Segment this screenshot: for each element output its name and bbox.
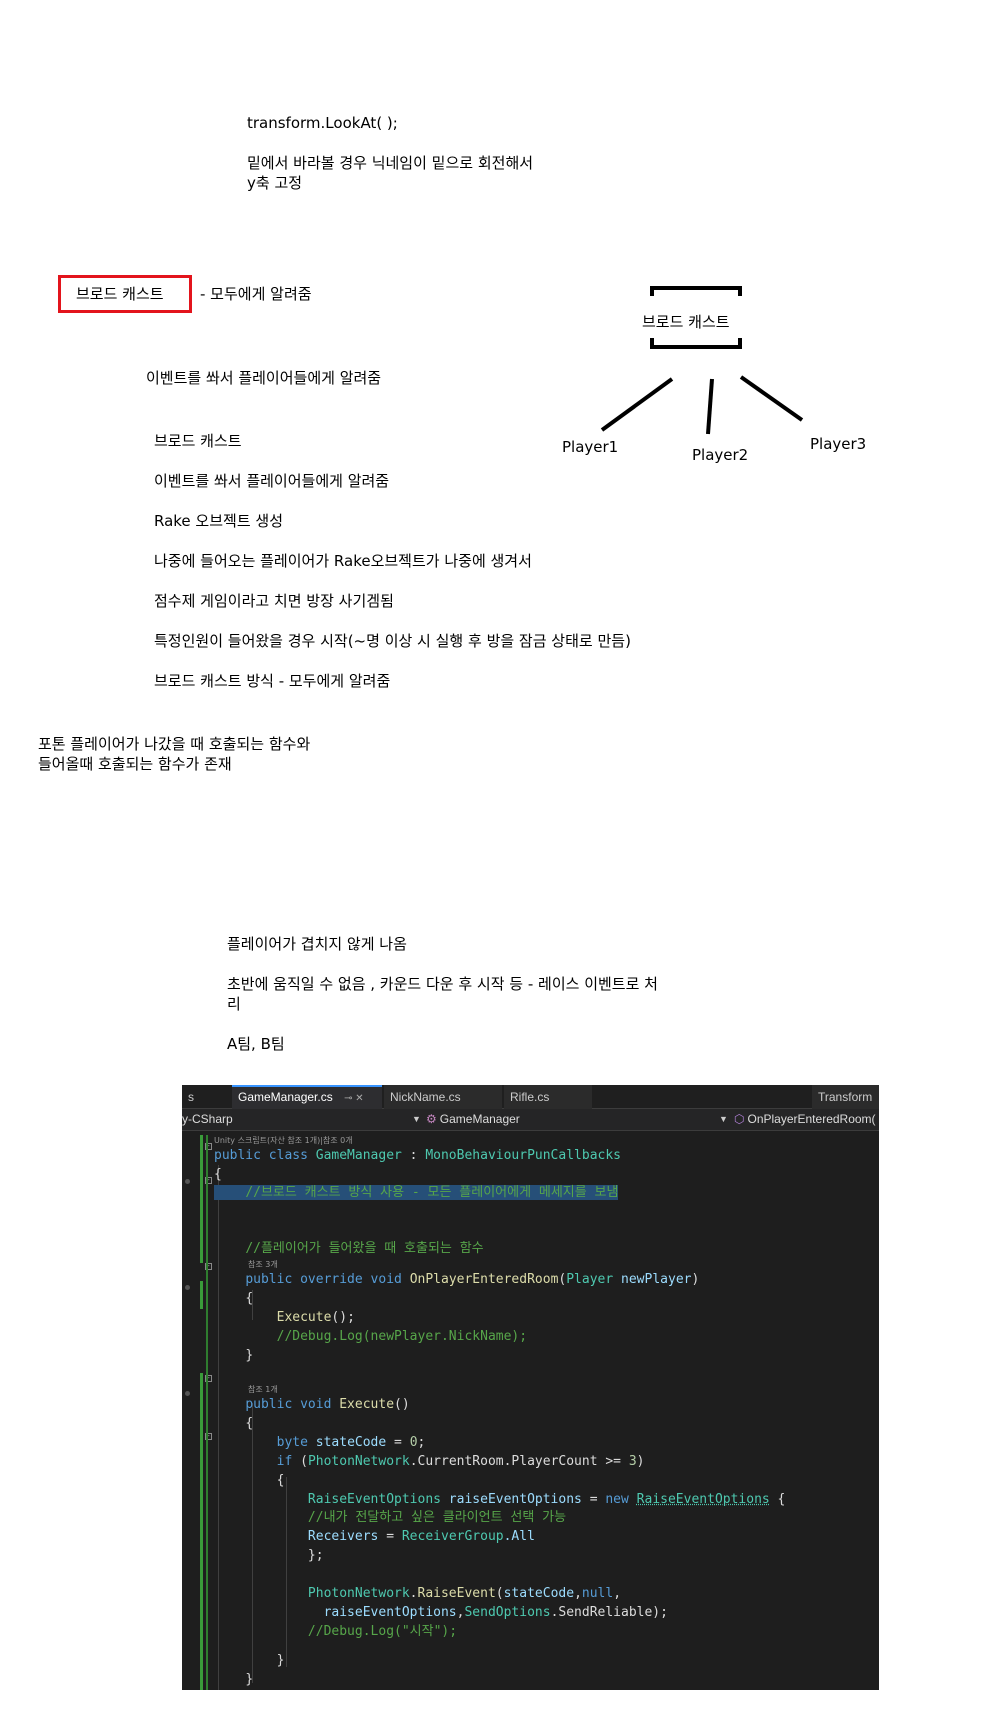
class-dropdown[interactable]: ⚙ GameManager — [426, 1111, 520, 1128]
code-line: { — [276, 1473, 285, 1488]
change-marker — [206, 1135, 208, 1690]
broadcast-heading: 브로드 캐스트 — [76, 285, 164, 303]
diagram-player2: Player2 — [692, 446, 749, 464]
tab-gamemanager-label: GameManager.cs — [238, 1090, 333, 1104]
code-line: if (PhotonNetwork.CurrentRoom.PlayerCoun… — [276, 1454, 645, 1469]
codelens-method1[interactable]: 참조 3개 — [248, 1260, 278, 1270]
code-line: } — [245, 1672, 254, 1687]
list-item: 나중에 들어오는 플레이어가 Rake오브젝트가 나중에 생겨서 — [154, 552, 532, 570]
editor-nav-bar: y-CSharp ▼ ⚙ GameManager ▼ ⬡ OnPlayerEnter… — [182, 1109, 879, 1131]
arrow-player3 — [739, 375, 804, 422]
code-line: //내가 전달하고 싶은 클라이언트 선택 가능 — [307, 1510, 567, 1525]
tab-gamemanager[interactable]: GameManager.cs ⊸ ✕ — [232, 1085, 382, 1109]
list-item: 특정인원이 들어왔을 경우 시작(~명 이상 시 실행 후 방을 잠금 상태로 … — [154, 632, 631, 650]
code-line: } — [276, 1653, 285, 1668]
code-line-highlighted: //브로드 캐스트 방식 사용 - 모든 플레이어에게 메세지를 보냄 — [214, 1184, 619, 1202]
code-line: RaiseEventOptions raiseEventOptions = ne… — [307, 1492, 786, 1507]
tab-rifle[interactable]: Rifle.cs — [504, 1085, 592, 1109]
codelens-method2[interactable]: 참조 1개 — [248, 1385, 278, 1395]
broadcast-diagram: 브로드 캐스트 Player1 Player2 Player3 — [540, 280, 870, 470]
lower-note-race-event-cont: 리 — [227, 995, 241, 1013]
change-marker — [200, 1281, 203, 1309]
code-line: Receivers = ReceiverGroup.All — [307, 1529, 535, 1544]
diagram-player1: Player1 — [562, 438, 619, 456]
editor-tab-bar: s GameManager.cs ⊸ ✕ NickName.cs Rifle.c… — [182, 1085, 879, 1109]
tab-partial[interactable]: s — [182, 1085, 200, 1109]
code-line: Execute(); — [276, 1310, 355, 1325]
diagram-player3: Player3 — [810, 435, 867, 453]
code-line: { — [214, 1167, 222, 1182]
box-top-bracket — [650, 286, 742, 296]
code-editor-screenshot: s GameManager.cs ⊸ ✕ NickName.cs Rifle.c… — [182, 1085, 879, 1690]
tab-transform[interactable]: Transform — [812, 1085, 879, 1109]
event-note: 이벤트를 쏴서 플레이어들에게 알려줌 — [146, 369, 382, 387]
breakpoint-dot[interactable] — [185, 1179, 190, 1184]
list-item: 브로드 캐스트 — [154, 432, 242, 450]
photon-note-line2: 들어올때 호출되는 함수가 존재 — [38, 755, 232, 773]
broadcast-description: - 모두에게 알려줌 — [200, 285, 312, 303]
note-y-axis: y축 고정 — [247, 174, 303, 192]
tab-nickname[interactable]: NickName.cs — [384, 1085, 502, 1109]
code-line: byte stateCode = 0; — [276, 1435, 426, 1450]
note-lookat: transform.LookAt( ); — [247, 114, 398, 132]
photon-note-line1: 포톤 플레이어가 나갔을 때 호출되는 함수와 — [38, 735, 311, 753]
lower-note-race-event: 초반에 움직일 수 없음 , 카운드 다운 후 시작 등 - 레이스 이벤트로 … — [227, 975, 658, 993]
code-line: { — [245, 1291, 254, 1306]
change-marker — [200, 1135, 203, 1263]
box-bottom-bracket — [650, 338, 742, 349]
pin-close-icon[interactable]: ⊸ ✕ — [344, 1093, 364, 1104]
breakpoint-dot[interactable] — [185, 1285, 190, 1290]
note-rotation: 밑에서 바라볼 경우 닉네임이 밑으로 회전해서 — [247, 154, 534, 172]
method-icon: ⬡ — [734, 1112, 745, 1126]
code-line: public class GameManager : MonoBehaviour… — [214, 1148, 621, 1163]
code-line: //Debug.Log("시작"); — [307, 1624, 458, 1639]
chevron-down-icon[interactable]: ▼ — [719, 1111, 728, 1128]
arrow-player1 — [600, 377, 674, 432]
list-item: 이벤트를 쏴서 플레이어들에게 알려줌 — [154, 472, 390, 490]
code-line: public override void OnPlayerEnteredRoom… — [245, 1272, 700, 1287]
code-line: }; — [307, 1548, 324, 1563]
change-marker — [200, 1373, 203, 1690]
project-dropdown[interactable]: y-CSharp — [182, 1111, 233, 1128]
code-line: } — [245, 1348, 254, 1363]
code-line: PhotonNetwork.RaiseEvent(stateCode,null, — [307, 1586, 622, 1601]
member-dropdown[interactable]: ⬡ OnPlayerEnteredRoom( — [734, 1111, 876, 1128]
code-line: raiseEventOptions,SendOptions.SendReliab… — [323, 1605, 668, 1620]
lower-note-teams: A팀, B팀 — [227, 1035, 285, 1053]
list-item: 브로드 캐스트 방식 - 모두에게 알려줌 — [154, 672, 391, 690]
breakpoint-dot[interactable] — [185, 1391, 190, 1396]
code-line: public void Execute() — [245, 1397, 410, 1412]
chevron-down-icon[interactable]: ▼ — [412, 1111, 421, 1128]
codelens-class[interactable]: Unity 스크립트(자산 참조 1개)|참조 0개 — [214, 1136, 353, 1146]
list-item: Rake 오브젝트 생성 — [154, 512, 284, 530]
code-line: { — [245, 1416, 254, 1431]
class-icon: ⚙ — [426, 1112, 437, 1126]
code-line: //Debug.Log(newPlayer.NickName); — [276, 1329, 528, 1344]
arrow-player2 — [706, 378, 714, 435]
code-line: //플레이어가 들어왔을 때 호출되는 함수 — [245, 1241, 484, 1256]
list-item: 점수제 게임이라고 치면 방장 사기겜됨 — [154, 592, 394, 610]
lower-note-overlap: 플레이어가 겹치지 않게 나옴 — [227, 935, 407, 953]
diagram-box-label: 브로드 캐스트 — [642, 313, 730, 331]
